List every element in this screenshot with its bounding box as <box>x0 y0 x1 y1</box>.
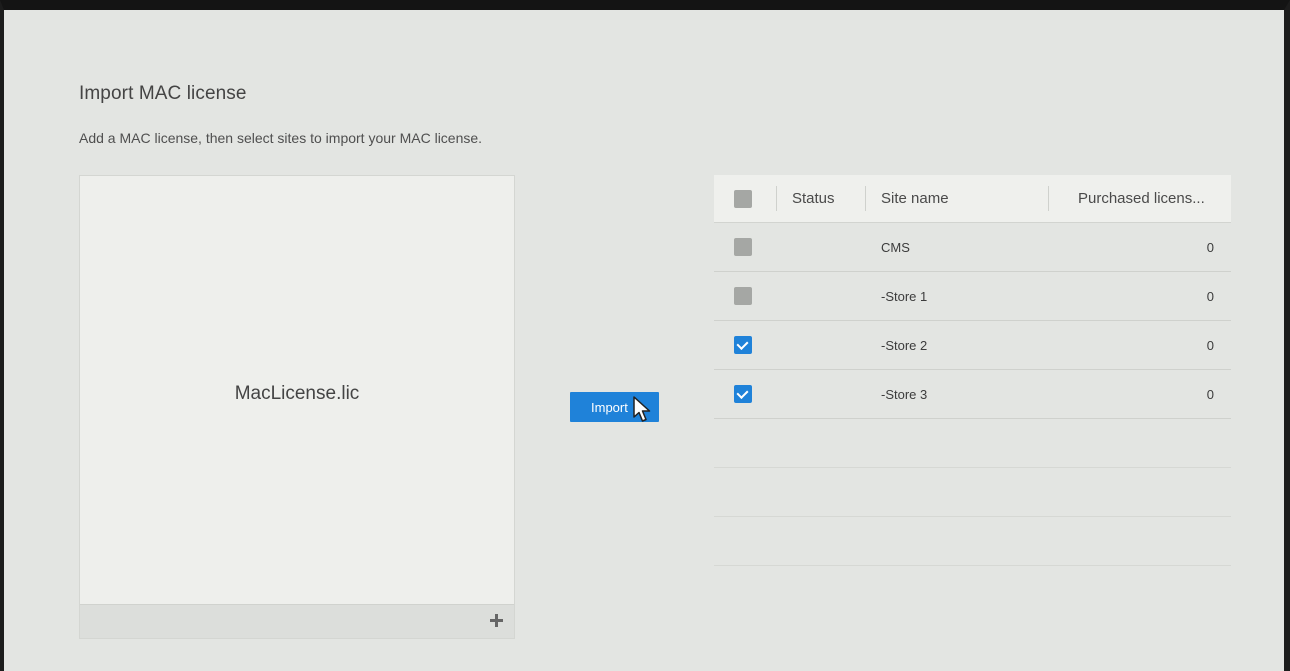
row-checkbox[interactable] <box>734 287 752 305</box>
sites-table: Status Site name Purchased licens... CMS… <box>714 175 1231 566</box>
site-name-cell: -Store 3 <box>881 387 928 402</box>
column-divider[interactable] <box>1048 186 1049 211</box>
purchased-licenses-cell: 0 <box>1206 289 1214 304</box>
app-frame: Import MAC license Add a MAC license, th… <box>0 0 1290 671</box>
row-checkbox[interactable] <box>734 336 752 354</box>
row-checkbox[interactable] <box>734 385 752 403</box>
empty-table-row <box>714 517 1231 566</box>
purchased-licenses-cell: 0 <box>1206 338 1214 353</box>
column-header-purchased-licenses[interactable]: Purchased licens... <box>1078 190 1205 207</box>
file-panel-footer <box>80 604 514 638</box>
purchased-licenses-cell: 0 <box>1206 387 1214 402</box>
column-divider[interactable] <box>776 186 777 211</box>
site-name-cell: -Store 1 <box>881 289 928 304</box>
site-name-cell: CMS <box>881 240 910 255</box>
license-file-panel[interactable]: MacLicense.lic <box>79 175 515 639</box>
table-row[interactable]: -Store 2 0 <box>714 321 1231 370</box>
license-file-name: MacLicense.lic <box>234 383 360 404</box>
select-all-checkbox[interactable] <box>734 190 752 208</box>
page-subtitle: Add a MAC license, then select sites to … <box>79 130 483 146</box>
page-title: Import MAC license <box>79 83 247 104</box>
site-name-cell: -Store 2 <box>881 338 928 353</box>
check-icon <box>736 386 749 400</box>
purchased-licenses-cell: 0 <box>1206 240 1214 255</box>
table-header: Status Site name Purchased licens... <box>714 175 1231 223</box>
row-checkbox[interactable] <box>734 238 752 256</box>
empty-table-row <box>714 419 1231 468</box>
table-row[interactable]: -Store 1 0 <box>714 272 1231 321</box>
empty-table-row <box>714 468 1231 517</box>
table-row[interactable]: CMS 0 <box>714 223 1231 272</box>
column-header-status[interactable]: Status <box>792 190 835 207</box>
plus-icon[interactable] <box>487 611 505 629</box>
column-header-site-name[interactable]: Site name <box>881 190 949 207</box>
check-icon <box>736 337 749 351</box>
column-divider[interactable] <box>865 186 866 211</box>
table-row[interactable]: -Store 3 0 <box>714 370 1231 419</box>
mouse-pointer-icon <box>633 396 651 422</box>
